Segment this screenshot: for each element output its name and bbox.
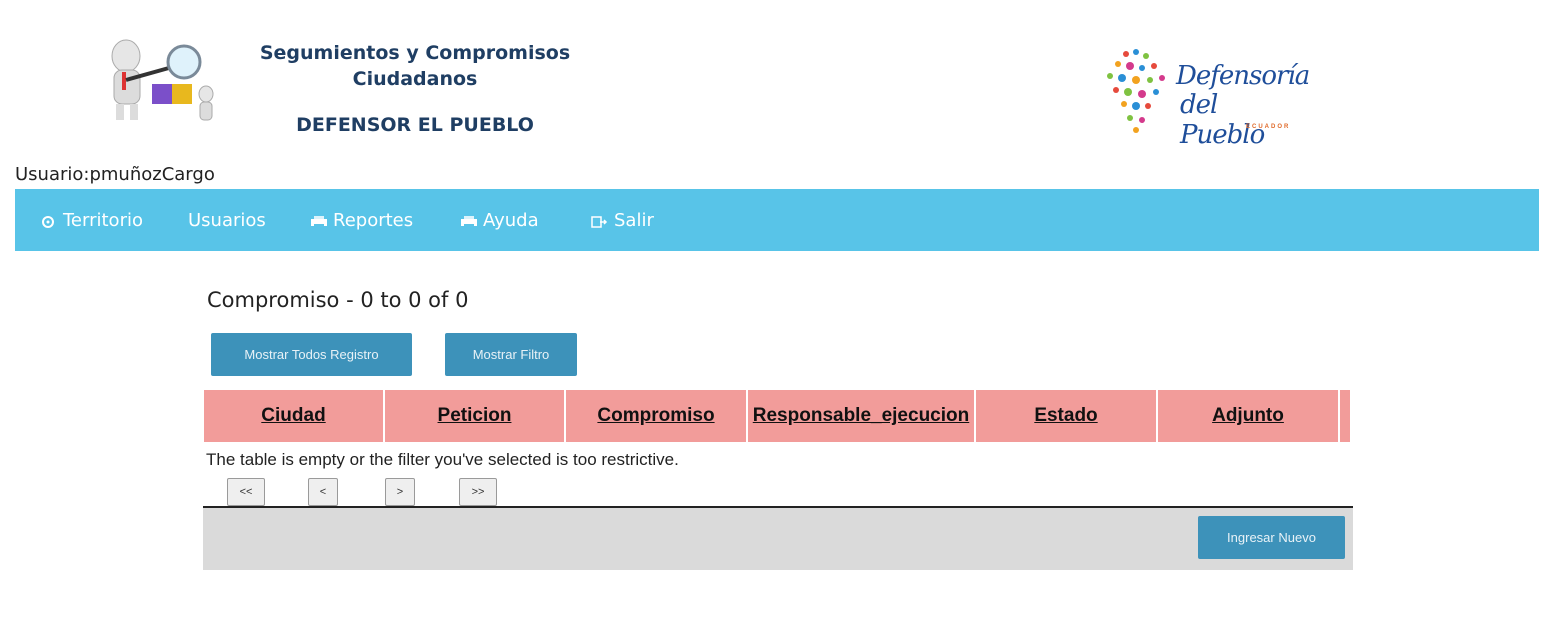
current-user-label: Usuario:pmuñozCargo <box>15 164 215 185</box>
nav-label-usuarios: Usuarios <box>188 209 266 231</box>
column-header-adjunto[interactable]: Adjunto <box>1158 390 1340 442</box>
header-title-line1: Segumientos y Compromisos <box>259 42 571 64</box>
nav-item-salir[interactable]: Salir <box>590 208 654 232</box>
column-header-ciudad[interactable]: Ciudad <box>204 390 385 442</box>
nav-item-usuarios[interactable]: Usuarios <box>188 208 266 232</box>
column-header-estado[interactable]: Estado <box>976 390 1158 442</box>
logo-brand-line1: Defensoría <box>1176 61 1310 91</box>
settings-icon <box>39 211 57 229</box>
magnifier-puzzle-logo <box>86 28 226 124</box>
column-header-extra <box>1340 390 1350 442</box>
printer-icon <box>309 211 327 229</box>
nav-item-reportes[interactable]: Reportes <box>309 208 413 232</box>
header: Segumientos y Compromisos Ciudadanos DEF… <box>0 0 1564 160</box>
pager-first-button[interactable]: << <box>227 478 265 506</box>
nav-label-reportes: Reportes <box>333 209 414 231</box>
column-header-compromiso[interactable]: Compromiso <box>566 390 748 442</box>
pager-prev-button[interactable]: < <box>308 478 338 506</box>
show-filter-button[interactable]: Mostrar Filtro <box>445 333 577 376</box>
nav-item-ayuda[interactable]: Ayuda <box>459 208 539 232</box>
nav-item-territorio[interactable]: Territorio <box>39 208 143 232</box>
header-titles: Segumientos y Compromisos Ciudadanos DEF… <box>255 40 575 136</box>
table-footer-bar <box>203 506 1353 570</box>
logo-brand-line2: del Pueblo <box>1180 90 1265 150</box>
empty-table-message: The table is empty or the filter you've … <box>206 450 679 469</box>
show-all-records-button[interactable]: Mostrar Todos Registro <box>211 333 412 376</box>
data-table-header: Ciudad Peticion Compromiso Responsable_e… <box>204 390 1350 442</box>
defensoria-logo: Defensoría del Pueblo ECUADOR <box>1096 44 1310 150</box>
add-new-button[interactable]: Ingresar Nuevo <box>1198 516 1345 559</box>
nav-label-salir: Salir <box>614 209 654 231</box>
nav-label-ayuda: Ayuda <box>483 209 539 231</box>
pager-last-button[interactable]: >> <box>459 478 497 506</box>
column-header-responsable[interactable]: Responsable_ejecucion <box>748 390 976 442</box>
exit-icon <box>590 211 608 229</box>
header-title-line2: Ciudadanos <box>352 68 478 90</box>
logo-country: ECUADOR <box>1246 124 1291 130</box>
pager-next-button[interactable]: > <box>385 478 415 506</box>
page-title: Compromiso - 0 to 0 of 0 <box>207 288 469 312</box>
nav-label-territorio: Territorio <box>63 209 143 231</box>
main-navbar: Territorio Usuarios Reportes Ayuda Salir <box>15 189 1539 251</box>
printer-icon <box>459 211 477 229</box>
header-subtitle: DEFENSOR EL PUEBLO <box>296 114 534 136</box>
column-header-peticion[interactable]: Peticion <box>385 390 566 442</box>
